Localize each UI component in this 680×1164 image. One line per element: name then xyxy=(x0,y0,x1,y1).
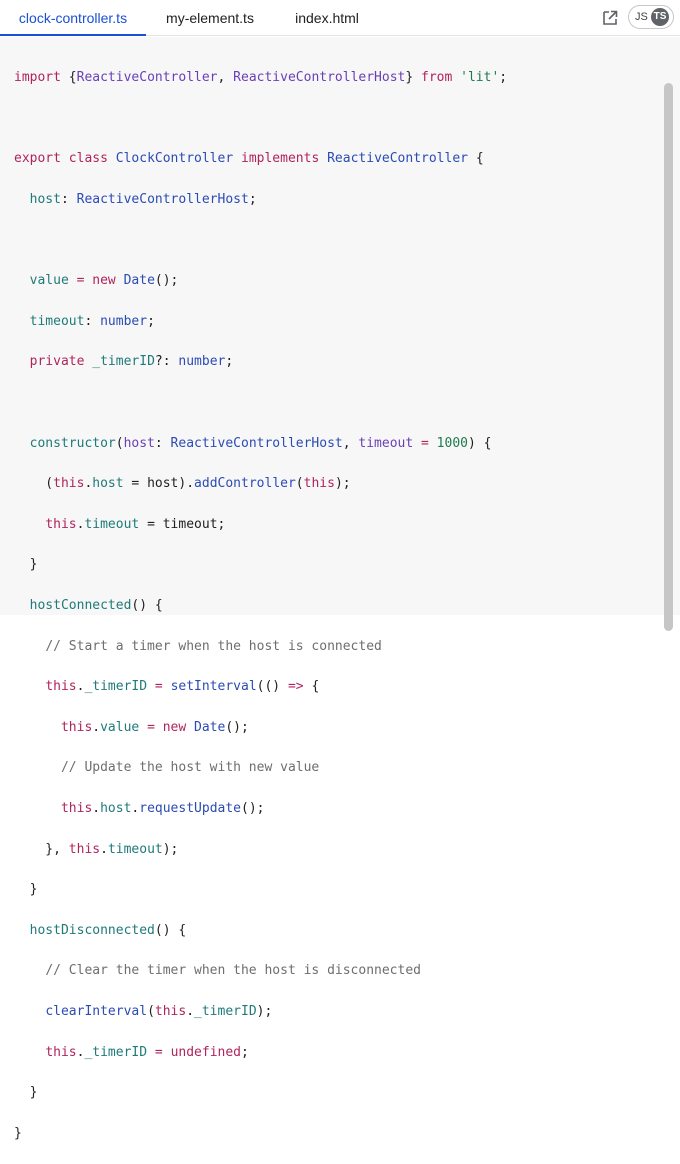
open-in-new-window-icon xyxy=(603,10,618,25)
language-toggle[interactable]: JS TS xyxy=(628,5,674,29)
code-line-24: clearInterval(this._timerID); xyxy=(45,1003,273,1019)
open-in-new-window-button[interactable] xyxy=(598,6,622,30)
code-line-21: } xyxy=(14,882,38,898)
code-line-25: this._timerID = undefined; xyxy=(45,1044,249,1060)
code-line-11: (this.host = host).addController(this); xyxy=(14,476,351,492)
code-editor[interactable]: import {ReactiveController, ReactiveCont… xyxy=(0,37,680,1141)
code-line-22: hostDisconnected() { xyxy=(29,922,187,938)
code-content: import {ReactiveController, ReactiveCont… xyxy=(14,48,507,1164)
code-line-10: constructor(host: ReactiveControllerHost… xyxy=(29,435,492,451)
file-tab-bar: clock-controller.ts my-element.ts index.… xyxy=(0,0,680,36)
code-line-23: // Clear the timer when the host is disc… xyxy=(45,963,421,979)
code-line-17: this.value = new Date(); xyxy=(60,719,249,735)
tab-my-element-ts[interactable]: my-element.ts xyxy=(146,0,274,36)
code-line-8: private _timerID?: number; xyxy=(29,354,234,370)
code-line-18: // Update the host with new value xyxy=(60,760,320,776)
vertical-scrollbar[interactable] xyxy=(664,83,673,631)
tab-index-html[interactable]: index.html xyxy=(274,0,380,36)
lang-ts-option[interactable]: TS xyxy=(651,8,669,26)
code-line-26: } xyxy=(14,1085,38,1101)
code-line-19: this.host.requestUpdate(); xyxy=(60,800,265,816)
code-line-13: } xyxy=(14,557,38,573)
code-line-4: host: ReactiveControllerHost; xyxy=(29,192,257,208)
code-line-16: this._timerID = setInterval(() => { xyxy=(45,679,320,695)
code-line-3: export class ClockController implements … xyxy=(14,151,484,167)
code-line-12: this.timeout = timeout; xyxy=(45,516,226,532)
code-line-7: timeout: number; xyxy=(29,313,155,329)
code-line-14: hostConnected() { xyxy=(29,598,163,614)
tab-clock-controller-ts[interactable]: clock-controller.ts xyxy=(0,0,146,36)
code-line-20: }, this.timeout); xyxy=(14,841,179,857)
code-line-27: } xyxy=(14,1125,22,1141)
code-line-15: // Start a timer when the host is connec… xyxy=(45,638,382,654)
lang-js-option[interactable]: JS xyxy=(635,6,648,28)
code-line-6: value = new Date(); xyxy=(29,273,179,289)
code-line-1: import {ReactiveController, ReactiveCont… xyxy=(14,70,508,86)
